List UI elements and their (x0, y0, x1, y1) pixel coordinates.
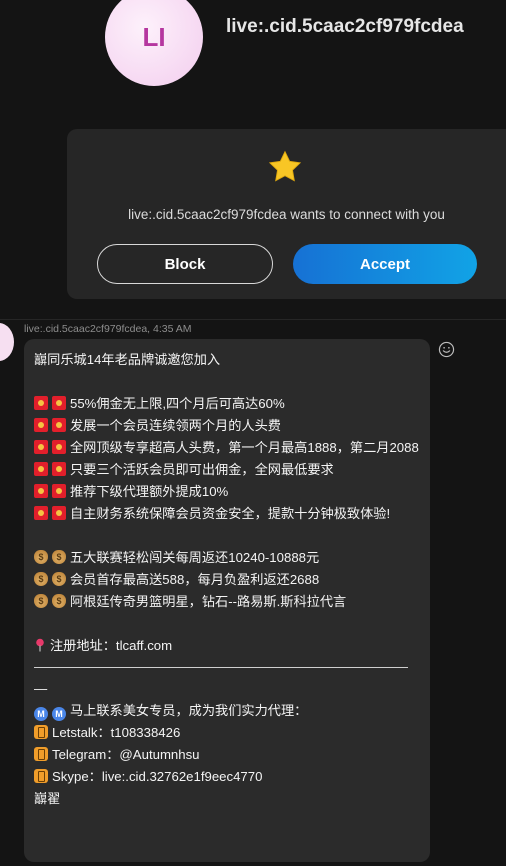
message-bubble[interactable]: 巐同乐城14年老品牌诚邀您加入 55%佣金无上限,四个月后可高达60% 发展一个… (24, 339, 430, 862)
message-line: Skype：live:.cid.32762e1f9eec4770 (34, 766, 420, 788)
money-bag-icon (52, 572, 66, 586)
smiley-icon[interactable] (438, 341, 455, 358)
accept-button[interactable]: Accept (293, 244, 477, 284)
message-line: Letstalk：t108338426 (34, 722, 420, 744)
money-bag-icon (34, 572, 48, 586)
message-meta: live:.cid.5caac2cf979fcdea, 4:35 AM (24, 323, 192, 335)
message-line: M M 马上联系美女专员，成为我们实力代理： (34, 700, 420, 722)
message-line: 只要三个活跃会员即可出佣金，全网最低要求 (34, 459, 420, 481)
money-bag-icon (34, 594, 48, 608)
contact-name: live:.cid.5caac2cf979fcdea (226, 16, 464, 37)
request-text: live:.cid.5caac2cf979fcdea wants to conn… (128, 207, 445, 222)
red-envelope-icon (52, 418, 66, 432)
money-bag-icon (52, 550, 66, 564)
message-line: 注册地址：tlcaff.com (34, 635, 420, 657)
message-line: — (34, 681, 48, 696)
sender-avatar[interactable] (0, 323, 14, 361)
mobile-phone-icon (34, 747, 48, 761)
red-envelope-icon (34, 462, 48, 476)
message-line: 推荐下级代理额外提成10% (34, 481, 420, 503)
money-bag-icon (52, 594, 66, 608)
contact-request-card: live:.cid.5caac2cf979fcdea wants to conn… (67, 129, 506, 299)
message-line: 阿根廷传奇男篮明星，钻石--路易斯.斯科拉代言 (34, 591, 420, 613)
red-envelope-icon (52, 484, 66, 498)
pushpin-icon (36, 638, 44, 652)
message-line: 55%佣金无上限,四个月后可高达60% (34, 393, 420, 415)
mobile-phone-icon (34, 769, 48, 783)
red-envelope-icon (34, 396, 48, 410)
avatar-initials: LI (142, 21, 166, 52)
mobile-phone-icon (34, 725, 48, 739)
block-button[interactable]: Block (97, 244, 273, 284)
red-envelope-icon (34, 418, 48, 432)
red-envelope-icon (34, 484, 48, 498)
red-envelope-icon (52, 440, 66, 454)
m-circle-icon: M (52, 707, 66, 721)
contact-avatar[interactable]: LI (105, 0, 203, 86)
message-line: 发展一个会员连续领两个月的人头费 (34, 415, 420, 437)
separator-rule (34, 667, 408, 668)
red-envelope-icon (52, 396, 66, 410)
message-line: 自主财务系统保障会员资金安全，提款十分钟极致体验! (34, 503, 420, 525)
star-icon (268, 150, 302, 182)
message-line: Telegram：@Autumnhsu (34, 744, 420, 766)
divider (0, 319, 506, 320)
message-line: 五大联赛轻松闯关每周返还10240-10888元 (34, 547, 420, 569)
red-envelope-icon (34, 440, 48, 454)
message-line: 全网顶级专享超高人头费，第一个月最高1888，第二月2088 (34, 437, 420, 459)
red-envelope-icon (52, 462, 66, 476)
message-line: 会员首存最高送588，每月负盈利返还2688 (34, 569, 420, 591)
message-line: 巐翟 (34, 791, 61, 806)
m-circle-icon: M (34, 707, 48, 721)
red-envelope-icon (52, 506, 66, 520)
red-envelope-icon (34, 506, 48, 520)
message-line: 巐同乐城14年老品牌诚邀您加入 (34, 352, 221, 367)
money-bag-icon (34, 550, 48, 564)
